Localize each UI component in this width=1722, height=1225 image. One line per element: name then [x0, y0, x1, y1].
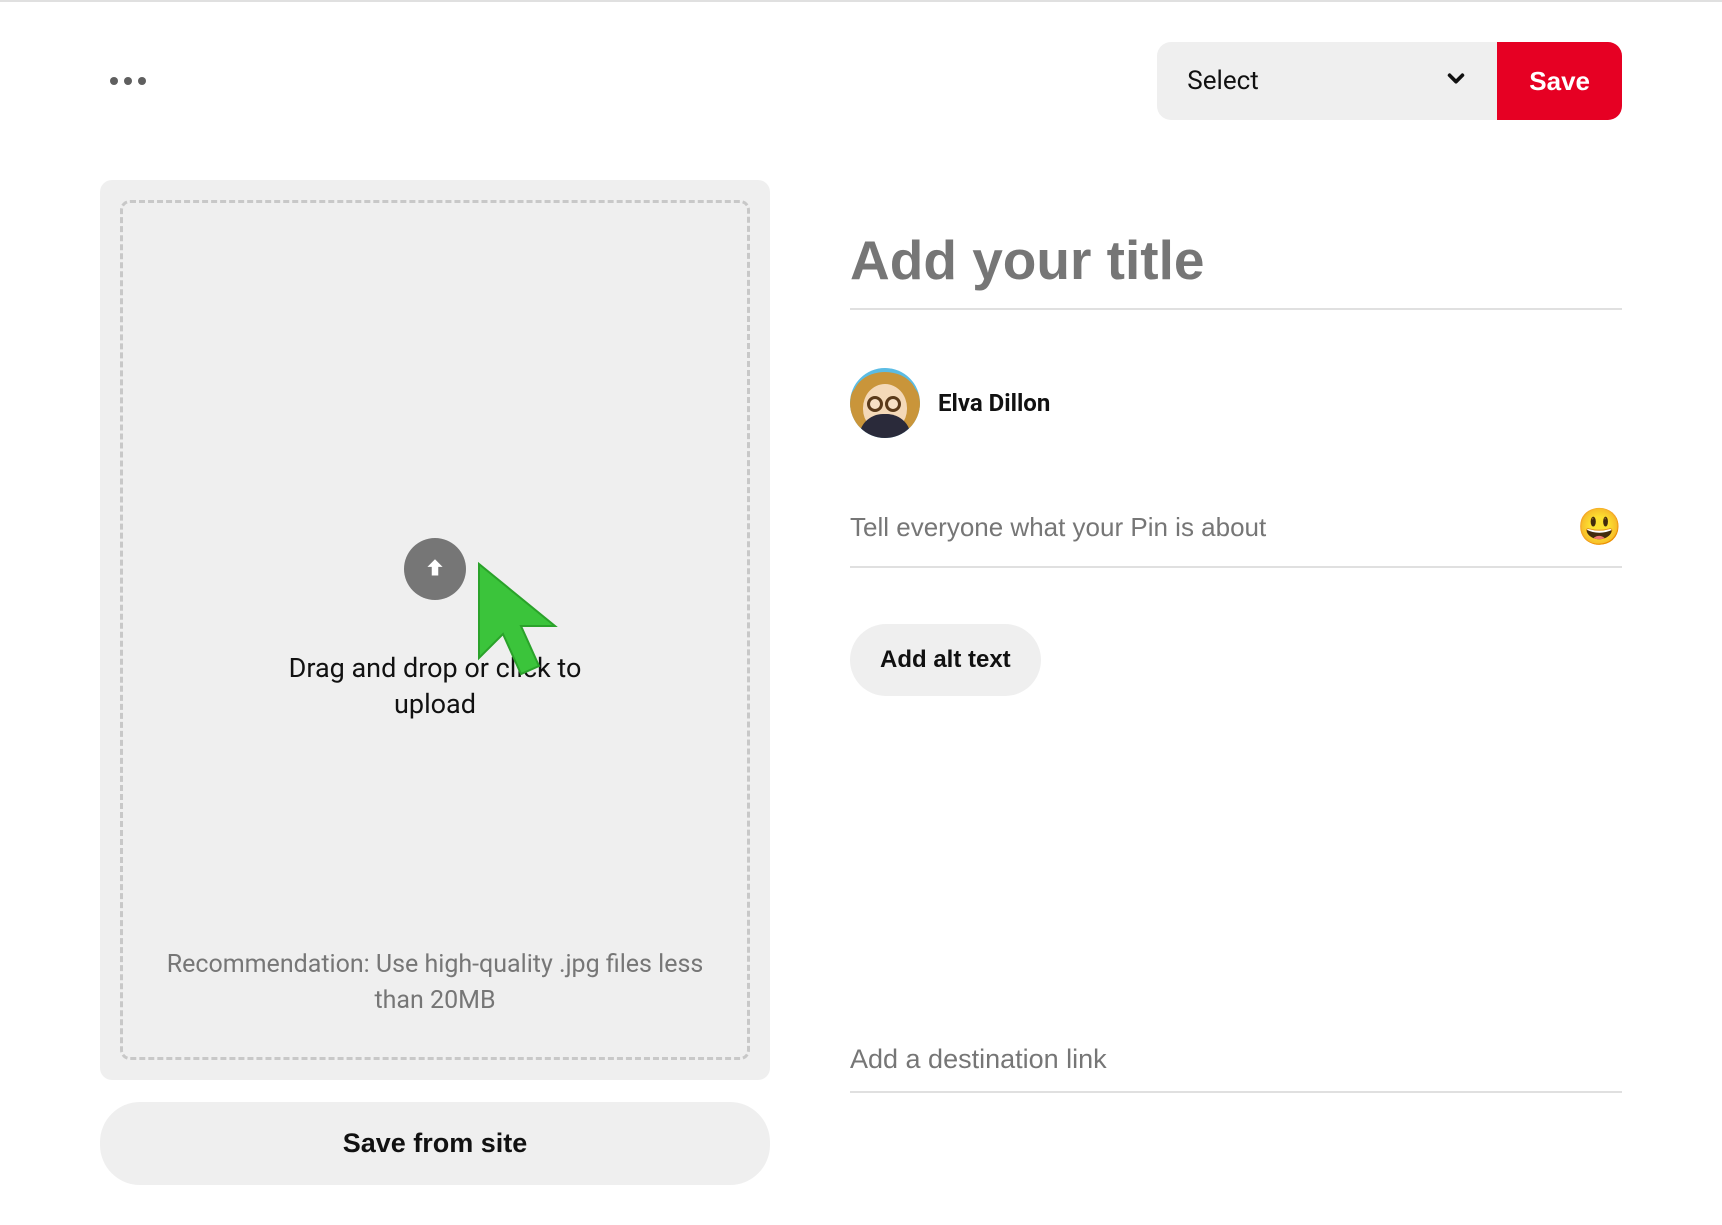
- save-button-label: Save: [1529, 66, 1590, 96]
- upload-recommendation-text: Recommendation: Use high-quality .jpg fi…: [167, 947, 704, 1020]
- board-select-dropdown[interactable]: Select: [1157, 42, 1497, 120]
- user-avatar[interactable]: [850, 368, 920, 438]
- destination-link-input[interactable]: [850, 1036, 1622, 1093]
- right-column: Elva Dillon 😃 Add alt text: [850, 180, 1622, 1185]
- user-row: Elva Dillon: [850, 368, 1622, 438]
- ellipsis-icon: [138, 77, 146, 85]
- upload-icon: [404, 538, 466, 600]
- user-name: Elva Dillon: [938, 389, 1050, 417]
- pin-description-input[interactable]: [850, 512, 1565, 543]
- board-select-label: Select: [1187, 66, 1258, 96]
- top-bar: Select Save: [100, 42, 1622, 120]
- pin-title-input[interactable]: [850, 220, 1622, 310]
- upload-prompt-text: Drag and drop or click to upload: [255, 650, 615, 723]
- emoji-picker-button[interactable]: 😃: [1577, 506, 1622, 548]
- ellipsis-icon: [110, 77, 118, 85]
- top-right-actions: Select Save: [1157, 42, 1622, 120]
- description-row: 😃: [850, 498, 1622, 568]
- save-from-site-button[interactable]: Save from site: [100, 1102, 770, 1185]
- main-content: Drag and drop or click to upload Recomme…: [100, 180, 1622, 1185]
- save-button[interactable]: Save: [1497, 42, 1622, 120]
- add-alt-text-button[interactable]: Add alt text: [850, 624, 1041, 696]
- chevron-down-icon: [1445, 66, 1467, 96]
- ellipsis-icon: [124, 77, 132, 85]
- left-column: Drag and drop or click to upload Recomme…: [100, 180, 770, 1185]
- save-from-site-label: Save from site: [343, 1128, 528, 1158]
- upload-dropzone-inner[interactable]: Drag and drop or click to upload Recomme…: [120, 200, 750, 1060]
- more-options-button[interactable]: [100, 67, 156, 95]
- alt-text-button-label: Add alt text: [880, 646, 1011, 673]
- upload-dropzone[interactable]: Drag and drop or click to upload Recomme…: [100, 180, 770, 1080]
